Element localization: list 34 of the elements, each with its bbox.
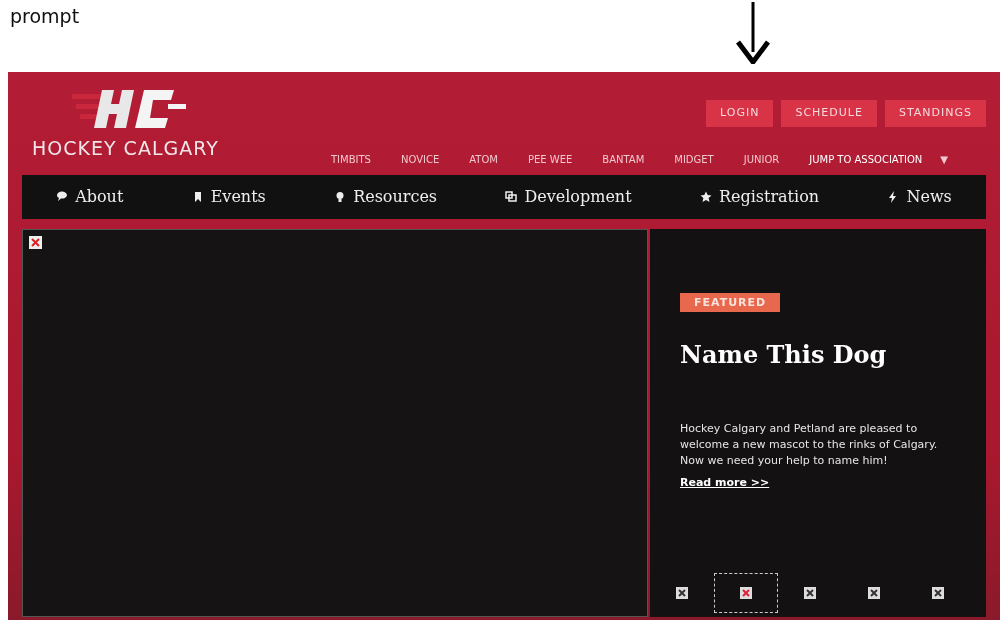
broken-image-icon — [740, 587, 752, 599]
division-link[interactable]: TIMBITS — [331, 152, 371, 167]
nav-link[interactable]: News — [881, 184, 958, 210]
division-link[interactable]: ATOM — [469, 152, 498, 167]
jump-to-association-link[interactable]: JUMP TO ASSOCIATION — [809, 152, 923, 167]
nav-link[interactable]: Resources — [328, 184, 444, 210]
chat-icon — [56, 191, 69, 203]
broken-image-icon — [29, 236, 42, 249]
featured-title: Name This Dog — [680, 339, 888, 371]
nav-link[interactable]: Registration — [693, 184, 826, 210]
broken-image-icon — [676, 587, 688, 599]
dropdown-caret[interactable]: ▼ — [940, 152, 949, 167]
top-nav-button[interactable]: LOGIN — [706, 100, 774, 127]
broken-image-icon — [804, 587, 816, 599]
top-nav-button[interactable]: STANDINGS — [884, 100, 986, 127]
top-nav-button[interactable]: SCHEDULE — [781, 100, 877, 127]
thumbnail-tab[interactable] — [714, 573, 778, 613]
division-link[interactable]: MIDGET — [674, 152, 714, 167]
site-title: HOCKEY CALGARY — [32, 136, 220, 161]
broken-image-icon — [932, 587, 944, 599]
division-link[interactable]: NOVICE — [400, 152, 440, 167]
nav-link[interactable]: Events — [185, 184, 272, 210]
division-link[interactable]: JUNIOR — [743, 152, 780, 167]
division-link[interactable]: PEE WEE — [527, 152, 573, 167]
prompt-label: prompt — [10, 4, 80, 29]
read-more-link[interactable]: Read more >> — [680, 475, 770, 489]
featured-badge: FEATURED — [680, 293, 781, 312]
broken-image-icon — [868, 587, 880, 599]
nav-link[interactable]: About — [50, 184, 130, 210]
division-link[interactable]: BANTAM — [602, 152, 645, 167]
nav-link[interactable]: Development — [499, 184, 638, 210]
star-icon — [699, 191, 712, 203]
squares-icon — [505, 191, 518, 203]
featured-text: Hockey Calgary and Petland are pleased to welcome a new mascot to the rinks of Calgary. Now we need your help to name him! — [680, 421, 939, 469]
